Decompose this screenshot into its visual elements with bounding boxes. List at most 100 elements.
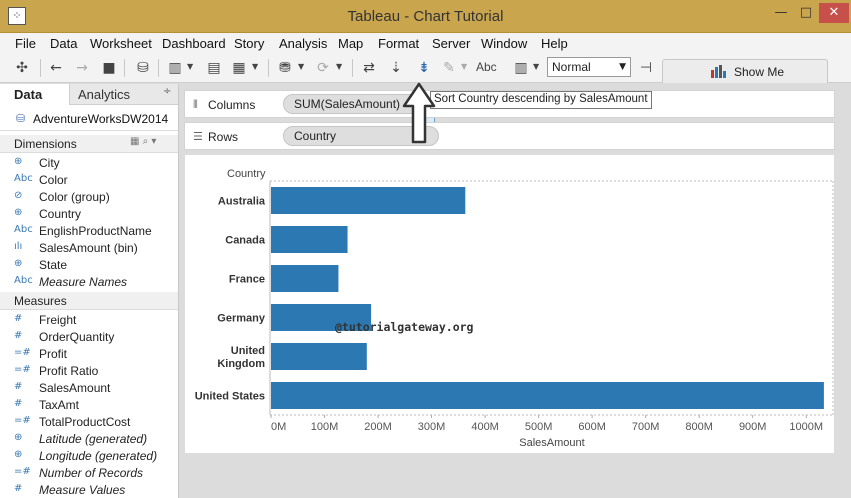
globe-icon: ⊕ xyxy=(14,432,23,443)
collapse-arrows-icon[interactable]: ÷ xyxy=(163,86,171,97)
dimension-field[interactable]: Abc Measure Names xyxy=(0,274,178,291)
dimension-field[interactable]: Abc EnglishProductName xyxy=(0,223,178,240)
row-header-label: Country xyxy=(227,168,266,180)
highlight-icon[interactable]: ✎ xyxy=(440,59,458,77)
bar xyxy=(271,343,367,370)
x-tick-label: 800M xyxy=(685,421,713,433)
dimensions-header: Dimensions ▦ ⌕ ▾ xyxy=(0,135,178,153)
x-tick-label: 0M xyxy=(271,421,286,433)
field-name: Profit Ratio xyxy=(39,364,99,378)
close-button[interactable]: ✕ xyxy=(819,3,849,23)
menu-server[interactable]: Server xyxy=(432,36,470,51)
pin-icon[interactable]: ⊣ xyxy=(637,59,655,77)
globe-icon: ⊕ xyxy=(14,449,23,460)
dimension-field[interactable]: ılı SalesAmount (bin) xyxy=(0,240,178,257)
menu-map[interactable]: Map xyxy=(338,36,363,51)
dimensions-tools-icon[interactable]: ▦ ⌕ ▾ xyxy=(130,136,156,147)
save-icon[interactable]: ■ xyxy=(100,59,118,77)
category-label: United States xyxy=(195,391,265,403)
x-tick-label: 1000M xyxy=(789,421,823,433)
duplicate-sheet-icon[interactable]: ▤ xyxy=(205,59,223,77)
chevron-down-icon[interactable]: ▼ xyxy=(187,62,193,71)
x-axis-title: SalesAmount xyxy=(519,437,584,449)
fix-axes-icon[interactable]: ▥ xyxy=(512,59,530,77)
rows-shelf[interactable]: ☰ Rows Country xyxy=(184,122,835,150)
refresh-icon[interactable]: ⟳ xyxy=(314,59,332,77)
hash-icon: # xyxy=(14,313,23,324)
dimension-field[interactable]: ⊕ Country xyxy=(0,206,178,223)
menu-worksheet[interactable]: Worksheet xyxy=(90,36,152,51)
globe-icon: ⊕ xyxy=(14,258,23,269)
chevron-down-icon[interactable]: ▼ xyxy=(533,62,539,71)
dimension-field[interactable]: ⊕ State xyxy=(0,257,178,274)
hash-icon: # xyxy=(14,381,23,392)
measure-field[interactable]: # Measure Values xyxy=(0,482,178,498)
redo-icon[interactable]: → xyxy=(73,59,91,77)
measure-field[interactable]: # TaxAmt xyxy=(0,397,178,414)
bar-chart: Country Australia Canada France Germany Unite… xyxy=(195,168,834,449)
pause-updates-icon[interactable]: ⛃ xyxy=(276,59,294,77)
undo-icon[interactable]: ← xyxy=(47,59,65,77)
show-me-button[interactable]: Show Me xyxy=(662,59,828,83)
measure-field[interactable]: =# Profit Ratio xyxy=(0,363,178,380)
x-tick-label: 500M xyxy=(525,421,553,433)
callout-arrow-icon xyxy=(402,82,436,144)
chevron-down-icon[interactable]: ▼ xyxy=(252,62,258,71)
chevron-down-icon[interactable]: ▼ xyxy=(298,62,304,71)
hash-icon: # xyxy=(14,398,23,409)
calc-hash-icon: =# xyxy=(14,347,31,358)
menu-format[interactable]: Format xyxy=(378,36,419,51)
x-tick-label: 200M xyxy=(364,421,392,433)
measure-field[interactable]: # SalesAmount xyxy=(0,380,178,397)
dimension-field[interactable]: ⊕ City xyxy=(0,155,178,172)
measure-field[interactable]: # Freight xyxy=(0,312,178,329)
minimize-button[interactable]: — xyxy=(770,3,792,23)
tab-data[interactable]: Data xyxy=(0,84,70,105)
x-tick-label: 400M xyxy=(471,421,499,433)
new-worksheet-icon[interactable]: ▥ xyxy=(166,59,184,77)
field-name: Country xyxy=(39,207,82,221)
category-label: France xyxy=(229,274,265,286)
abc-icon: Abc xyxy=(14,224,33,235)
category-label: United Kingdom xyxy=(217,345,265,370)
menu-analysis[interactable]: Analysis xyxy=(279,36,327,51)
globe-icon: ⊕ xyxy=(14,156,23,167)
measure-field[interactable]: ⊕ Latitude (generated) xyxy=(0,431,178,448)
globe-icon: ⊕ xyxy=(14,207,23,218)
hash-icon: # xyxy=(14,483,23,494)
dimension-field[interactable]: ⊘ Color (group) xyxy=(0,189,178,206)
field-name: Color xyxy=(39,173,68,187)
measure-field[interactable]: =# Profit xyxy=(0,346,178,363)
bar xyxy=(271,187,466,214)
menu-help[interactable]: Help xyxy=(541,36,568,51)
maximize-button[interactable]: □ xyxy=(795,3,817,23)
title-bar: ⁘ Tableau - Chart Tutorial — □ ✕ xyxy=(0,0,851,33)
tableau-logo-icon[interactable]: ✣ xyxy=(13,59,31,77)
measure-field[interactable]: =# TotalProductCost xyxy=(0,414,178,431)
chevron-down-icon[interactable]: ▼ xyxy=(336,62,342,71)
field-name: City xyxy=(39,156,60,170)
clear-sheet-icon[interactable]: ▦ xyxy=(230,59,248,77)
measure-field[interactable]: =# Number of Records xyxy=(0,465,178,482)
dimension-field[interactable]: Abc Color xyxy=(0,172,178,189)
x-tick-label: 700M xyxy=(632,421,660,433)
menu-file[interactable]: File xyxy=(15,36,36,51)
measure-field[interactable]: ⊕ Longitude (generated) xyxy=(0,448,178,465)
fit-dropdown[interactable]: Normal ▼ xyxy=(547,57,631,77)
menu-window[interactable]: Window xyxy=(481,36,527,51)
show-mark-labels-button[interactable]: Abc xyxy=(476,60,497,74)
menu-story[interactable]: Story xyxy=(234,36,264,51)
measure-field[interactable]: # OrderQuantity xyxy=(0,329,178,346)
category-label: Germany xyxy=(217,313,266,325)
menu-dashboard[interactable]: Dashboard xyxy=(162,36,226,51)
toolbar-separator xyxy=(40,59,41,77)
sort-ascending-icon[interactable]: ⇣ xyxy=(387,59,405,77)
chevron-down-icon[interactable]: ▼ xyxy=(461,62,467,71)
hash-icon: # xyxy=(14,330,23,341)
menu-data[interactable]: Data xyxy=(50,36,77,51)
swap-rows-columns-icon[interactable]: ⇄ xyxy=(360,59,378,77)
datasource-item[interactable]: ⛁ AdventureWorksDW2014 xyxy=(0,107,178,131)
tab-analytics[interactable]: Analytics xyxy=(78,87,130,102)
new-datasource-icon[interactable]: ⛁ xyxy=(134,59,152,77)
field-name: TotalProductCost xyxy=(39,415,131,429)
